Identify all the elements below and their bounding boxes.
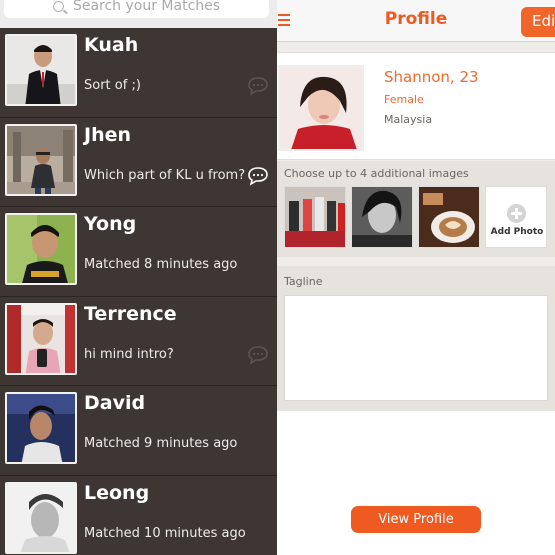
avatar [5,213,77,285]
match-row[interactable]: Leong Matched 10 minutes ago [0,475,277,555]
avatar [5,123,77,196]
match-name: Leong [84,481,150,504]
match-row[interactable]: David Matched 9 minutes ago [0,386,277,476]
chat-bubble-icon[interactable] [247,345,271,365]
matches-list: Kuah Sort of ;) Jhen Which part of KL u … [0,28,277,555]
match-name: Jhen [84,123,132,146]
profile-footer: View Profile [277,411,555,555]
match-row[interactable]: Kuah Sort of ;) [0,28,277,118]
match-message: hi mind intro? [84,346,174,362]
match-message: Which part of KL u from? [84,167,246,183]
additional-image-thumb[interactable] [284,186,346,248]
add-photo-label: Add Photo [490,227,544,237]
tagline-input[interactable] [284,295,548,401]
avatar [5,392,77,464]
search-icon [52,0,64,12]
page-title: Profile [384,9,448,29]
profile-name-age: Shannon, 23 [384,68,479,86]
match-message: Matched 10 minutes ago [84,525,246,541]
match-name: Terrence [84,302,177,325]
profile-country: Malaysia [384,113,433,126]
match-message: Sort of ;) [84,78,141,93]
search-placeholder: Search your Matches [72,0,221,14]
edit-button[interactable]: Edit [521,7,555,37]
avatar [5,302,77,375]
add-photo-button[interactable]: Add Photo [485,186,547,248]
match-row[interactable]: Terrence hi mind intro? [0,296,277,386]
profile-gender: Female [384,93,424,106]
additional-image-thumb[interactable] [418,186,480,248]
match-name: Yong [84,213,137,235]
avatar [5,481,77,554]
profile-card: Shannon, 23 Female Malaysia [277,52,555,160]
avatar [5,34,77,106]
plus-icon [507,204,526,223]
view-profile-button[interactable]: View Profile [351,506,481,533]
search-bar: Search your Matches [0,0,277,28]
tagline-label: Tagline [284,275,323,288]
app-screen: Search your Matches Kuah Sort of ;) Jhen… [0,0,555,555]
additional-images-section: Choose up to 4 additional images Add Pho… [277,161,555,257]
profile-header: Profile Edit [277,0,555,42]
chat-bubble-icon[interactable] [247,76,271,96]
search-input[interactable]: Search your Matches [4,0,269,18]
match-message: Matched 8 minutes ago [84,257,238,272]
additional-images-label: Choose up to 4 additional images [284,167,469,180]
matches-panel: Search your Matches Kuah Sort of ;) Jhen… [0,0,277,555]
match-row[interactable]: Jhen Which part of KL u from? [0,117,277,207]
match-name: David [84,392,146,414]
profile-panel: Profile Edit Shannon, 23 Female Malaysia… [277,0,555,555]
additional-image-thumb[interactable] [351,186,413,248]
profile-photo[interactable] [278,65,364,151]
chat-bubble-icon[interactable] [247,166,271,186]
tagline-section: Tagline [277,266,555,411]
match-name: Kuah [84,34,139,56]
match-row[interactable]: Yong Matched 8 minutes ago [0,207,277,297]
match-message: Matched 9 minutes ago [84,436,238,451]
